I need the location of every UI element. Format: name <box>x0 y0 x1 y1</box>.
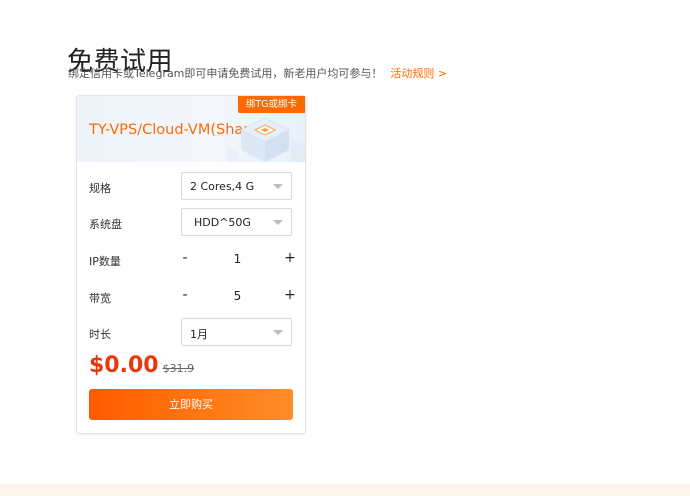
ip-count-value[interactable]: 1 <box>181 252 294 266</box>
subtitle-text: 绑定信用卡或Telegram即可申请免费试用，新老用户均可参与！ <box>68 67 383 80</box>
duration-label: 时长 <box>89 328 111 341</box>
disk-select-value: HDD^50G <box>194 216 251 229</box>
footer-band <box>0 484 690 496</box>
chevron-down-icon <box>273 330 283 335</box>
duration-select[interactable]: 1月 <box>181 318 292 346</box>
bandwidth-value[interactable]: 5 <box>181 289 294 303</box>
bandwidth-label: 带宽 <box>89 292 111 305</box>
disk-row: 系统盘 HDD^50G <box>89 208 294 238</box>
duration-select-value: 1月 <box>190 328 208 341</box>
buy-now-button[interactable]: 立即购买 <box>89 389 293 420</box>
original-price: $31.9 <box>162 362 195 375</box>
chevron-down-icon <box>273 184 283 189</box>
price-block: $0.00 $31.9 <box>89 353 194 378</box>
page-subtitle: 绑定信用卡或Telegram即可申请免费试用，新老用户均可参与！ 活动规则 > <box>68 65 447 81</box>
current-price: $0.00 <box>89 353 159 378</box>
bandwidth-increment-button[interactable]: + <box>282 285 298 305</box>
card-header: TY-VPS/Cloud-VM(Shared) 绑TG或绑卡 <box>77 96 305 162</box>
spec-row: 规格 2 Cores,4 G <box>89 172 294 202</box>
duration-row: 时长 1月 <box>89 318 294 348</box>
ip-stepper: - 1 + <box>181 245 295 273</box>
ip-row: IP数量 - 1 + <box>89 245 296 275</box>
bind-tg-or-card-badge: 绑TG或绑卡 <box>237 96 305 113</box>
ip-label: IP数量 <box>89 255 121 268</box>
spec-label: 规格 <box>89 182 111 195</box>
spec-select-value: 2 Cores,4 G <box>190 180 255 193</box>
server-cube-icon <box>227 117 305 162</box>
bandwidth-stepper: - 5 + <box>181 282 295 310</box>
disk-select[interactable]: HDD^50G <box>181 208 292 236</box>
chevron-down-icon <box>273 220 283 225</box>
trial-product-card: TY-VPS/Cloud-VM(Shared) 绑TG或绑卡 规格 2 Core… <box>76 95 306 434</box>
spec-select[interactable]: 2 Cores,4 G <box>181 172 292 200</box>
disk-label: 系统盘 <box>89 218 122 231</box>
bandwidth-row: 带宽 - 5 + <box>89 282 296 312</box>
activity-rules-link[interactable]: 活动规则 > <box>390 67 447 80</box>
ip-increment-button[interactable]: + <box>282 248 298 268</box>
